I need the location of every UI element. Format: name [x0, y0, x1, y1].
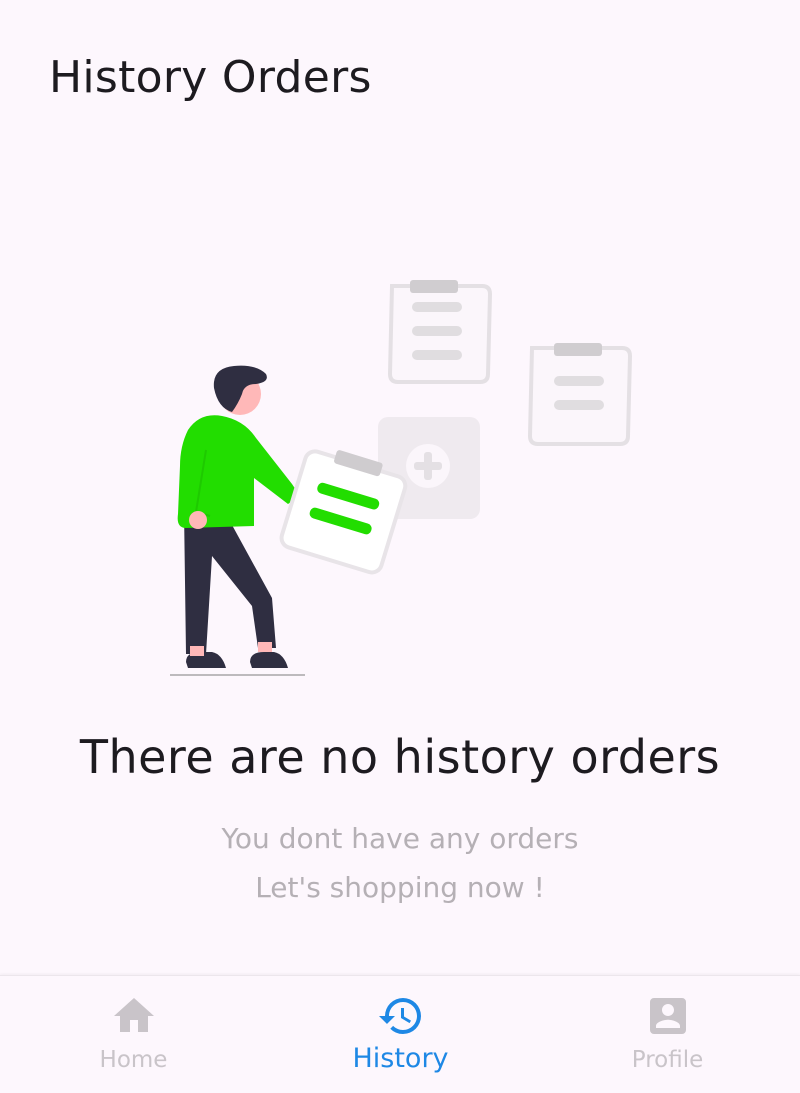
clipboard-icon	[527, 343, 633, 446]
empty-state-title: There are no history orders	[79, 730, 721, 784]
empty-orders-illustration	[170, 280, 633, 676]
nav-item-profile[interactable]: Profile	[534, 976, 800, 1093]
empty-state-subtitle-cta: Let's shopping now !	[255, 871, 545, 904]
home-icon	[113, 998, 154, 1032]
nav-item-home[interactable]: Home	[0, 976, 267, 1093]
page-title: History Orders	[49, 52, 372, 103]
profile-icon	[649, 998, 686, 1034]
clipboard-icon	[387, 280, 493, 384]
nav-item-history[interactable]: History	[267, 976, 534, 1093]
empty-state-subtitle: You dont have any orders	[221, 822, 579, 855]
nav-label-profile: Profile	[631, 1047, 704, 1073]
history-icon	[378, 998, 421, 1034]
bottom-navigation: Home History Profile	[0, 975, 800, 1093]
nav-label-history: History	[352, 1043, 449, 1074]
nav-label-home: Home	[99, 1047, 168, 1073]
